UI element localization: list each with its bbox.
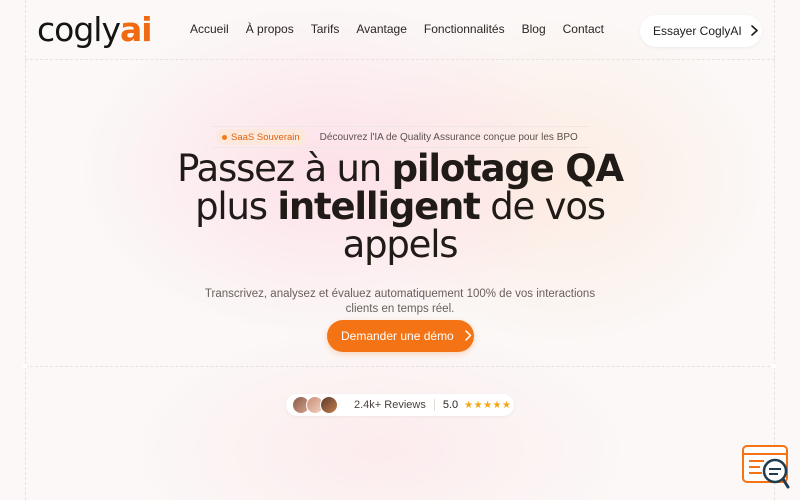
chat-search-icon[interactable]	[742, 445, 790, 489]
hero-headline: Passez à un pilotage QA plus intelligent …	[160, 150, 640, 264]
nav-item-a-propos[interactable]: À propos	[246, 22, 294, 36]
guide-line	[774, 0, 775, 500]
avatar	[320, 396, 338, 414]
tag-label: SaaS Souverain	[231, 131, 300, 143]
guide-dot	[23, 364, 27, 368]
rating-value: 5.0	[442, 399, 459, 411]
headline-text: Passez à un	[177, 147, 392, 190]
sovereign-saas-tag: SaaS Souverain	[216, 129, 306, 145]
announcement-badge: SaaS Souverain Découvrez l'IA de Quality…	[212, 126, 590, 148]
try-button-label: Essayer CoglyAI	[653, 24, 742, 38]
reviews-count: 2.4k+ Reviews	[354, 399, 426, 411]
main-menu: Accueil À propos Tarifs Avantage Fonctio…	[190, 22, 621, 36]
logo-text: cogly	[37, 10, 121, 49]
nav-item-blog[interactable]: Blog	[522, 22, 546, 36]
reviewer-avatars	[292, 396, 338, 414]
reviews-strip: 2.4k+ Reviews 5.0 ★★★★★	[286, 394, 514, 416]
nav-item-contact[interactable]: Contact	[563, 22, 604, 36]
headline-bold: intelligent	[277, 185, 480, 228]
logo[interactable]: coglyai	[37, 10, 153, 49]
badge-message: Découvrez l'IA de Quality Assurance conç…	[319, 131, 578, 143]
nav-item-avantage[interactable]: Avantage	[356, 22, 407, 36]
star-rating-icon: ★★★★★	[464, 399, 512, 411]
chevron-right-icon	[750, 23, 759, 39]
guide-line	[25, 366, 775, 367]
divider	[433, 399, 435, 411]
logo-accent: ai	[119, 10, 153, 49]
nav-item-fonctionnalites[interactable]: Fonctionnalités	[424, 22, 505, 36]
guide-dot	[772, 364, 776, 368]
demo-button-label: Demander une démo	[341, 329, 454, 343]
status-dot-icon	[222, 134, 227, 140]
headline-text: plus	[195, 185, 278, 228]
request-demo-button[interactable]: Demander une démo	[327, 320, 474, 352]
try-coglyai-button[interactable]: Essayer CoglyAI	[640, 15, 762, 47]
chevron-right-icon	[464, 329, 472, 344]
nav-item-tarifs[interactable]: Tarifs	[311, 22, 340, 36]
hero-subtitle: Transcrivez, analysez et évaluez automat…	[204, 287, 596, 315]
headline-bold: pilotage QA	[391, 147, 624, 190]
top-navigation: coglyai Accueil À propos Tarifs Avantage…	[0, 0, 800, 60]
nav-item-accueil[interactable]: Accueil	[190, 22, 229, 36]
guide-line	[25, 0, 26, 500]
